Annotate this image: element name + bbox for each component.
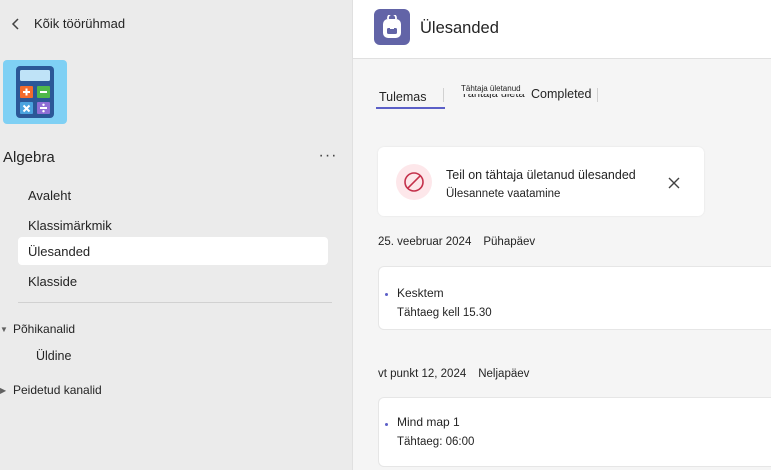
channel-general[interactable]: Üldine: [36, 349, 71, 363]
view-assignments-link[interactable]: Ülesannete vaatamine: [446, 188, 560, 200]
section-main-channels-label: Põhikanalid: [13, 322, 76, 336]
tab-overdue-ghost: Tähtaja ületanud: [461, 94, 525, 98]
tab-active-indicator: [376, 107, 445, 109]
team-avatar: [3, 60, 67, 124]
app-icon: [374, 9, 410, 45]
backpack-icon: [383, 15, 401, 38]
calculator-icon: [16, 66, 54, 118]
section-hidden-channels[interactable]: ▶ Peidetud kanalid: [0, 383, 102, 397]
group-weekday: Neljapäev: [478, 368, 530, 380]
tab-overdue-ghost-text: Tähtaja ületanud: [461, 94, 525, 98]
section-main-channels[interactable]: ▼ Põhikanalid: [0, 322, 75, 336]
team-name: Algebra: [3, 149, 55, 166]
date-group-header: vt punkt 12, 2024 Neljapäev: [378, 368, 529, 380]
tab-separator: [443, 88, 444, 102]
section-hidden-channels-label: Peidetud kanalid: [13, 383, 102, 397]
nav-item-classes[interactable]: Klasside: [18, 267, 328, 295]
date-group-header: 25. veebruar 2024 Pühapäev: [378, 236, 535, 248]
app-header: Ülesanded: [353, 0, 771, 59]
assignment-card[interactable]: Mind map 1 Tähtaeg: 06:00: [378, 397, 771, 467]
tab-overdue[interactable]: Tähtaja ületanud: [461, 84, 521, 93]
card-bullet: [385, 423, 388, 426]
alert-title: Teil on tähtaja ületanud ülesanded: [446, 168, 636, 182]
tab-upcoming[interactable]: Tulemas: [379, 90, 426, 104]
assignment-due: Tähtaeg: 06:00: [397, 436, 475, 448]
nav-item-home[interactable]: Avaleht: [18, 181, 328, 209]
card-bullet: [385, 293, 388, 296]
assignment-title: Kesktem: [397, 286, 444, 300]
more-options-button[interactable]: ···: [318, 147, 338, 165]
sidebar-divider: [18, 302, 332, 303]
overdue-alert: Teil on tähtaja ületanud ülesanded Ülesa…: [378, 147, 704, 216]
chevron-left-icon: [11, 17, 19, 30]
nav-item-class-notebook[interactable]: Klassimärkmik: [18, 211, 328, 239]
group-date: 25. veebruar 2024: [378, 236, 472, 248]
assignment-due: Tähtaeg kell 15.30: [397, 307, 492, 319]
back-to-teams-button[interactable]: Kõik töörühmad: [10, 16, 125, 31]
main-panel: Ülesanded Tulemas Tähtaja ületanud Tähta…: [352, 0, 771, 470]
caret-down-icon: ▼: [0, 324, 8, 334]
nav-item-assignments[interactable]: Ülesanded: [18, 237, 328, 265]
back-label: Kõik töörühmad: [34, 16, 126, 31]
close-icon[interactable]: [667, 176, 681, 190]
page-title: Ülesanded: [420, 19, 499, 37]
group-weekday: Pühapäev: [483, 236, 536, 248]
alert-icon-badge: [396, 164, 432, 200]
caret-right-icon: ▶: [0, 385, 7, 395]
prohibited-icon: [404, 172, 424, 192]
assignment-title: Mind map 1: [397, 415, 460, 429]
group-date: vt punkt 12, 2024: [378, 368, 467, 380]
tab-completed[interactable]: Completed: [531, 87, 591, 101]
sidebar: Kõik töörühmad Algebra ··· Avaleht Klass…: [0, 0, 352, 470]
tab-separator: [597, 88, 598, 102]
assignment-card[interactable]: Kesktem Tähtaeg kell 15.30: [378, 266, 771, 330]
